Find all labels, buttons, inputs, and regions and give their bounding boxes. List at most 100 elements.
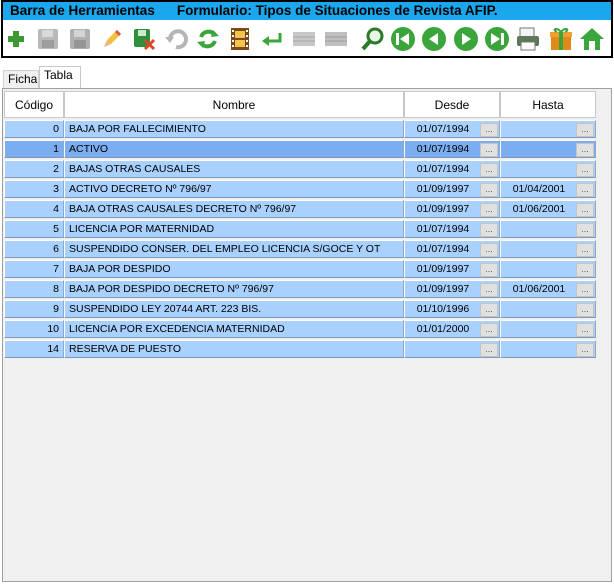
hasta-picker-button[interactable]: ...	[576, 163, 594, 177]
cell-name[interactable]: SUSPENDIDO LEY 20744 ART. 223 BIS.	[64, 300, 404, 318]
cell-code[interactable]: 6	[4, 240, 64, 258]
desde-picker-button[interactable]: ...	[480, 223, 498, 237]
hasta-picker-button[interactable]: ...	[576, 143, 594, 157]
table-row[interactable]: 8 BAJA POR DESPIDO DECRETO Nº 796/97 01/09…	[4, 280, 598, 298]
cell-name[interactable]: ACTIVO DECRETO Nº 796/97	[64, 180, 404, 198]
save-as-button[interactable]	[65, 24, 95, 54]
table-row[interactable]: 6 SUSPENDIDO CONSER. DEL EMPLEO LICENCIA …	[4, 240, 598, 258]
table-row[interactable]: 0 BAJA POR FALLECIMIENTO 01/07/1994......	[4, 120, 598, 138]
cell-hasta[interactable]: ...	[500, 160, 596, 178]
cell-desde[interactable]: 01/07/1994...	[404, 120, 500, 138]
desde-picker-button[interactable]: ...	[480, 343, 498, 357]
grid-icon-2-button[interactable]	[321, 24, 351, 54]
cell-desde[interactable]: 01/09/1997...	[404, 180, 500, 198]
cell-desde[interactable]: ...	[404, 340, 500, 358]
cell-name[interactable]: BAJA POR FALLECIMIENTO	[64, 120, 404, 138]
desde-picker-button[interactable]: ...	[480, 203, 498, 217]
cell-desde[interactable]: 01/09/1997...	[404, 200, 500, 218]
desde-picker-button[interactable]: ...	[480, 143, 498, 157]
column-header-desde[interactable]: Desde	[404, 91, 500, 118]
hasta-picker-button[interactable]: ...	[576, 343, 594, 357]
return-button[interactable]	[257, 24, 287, 54]
cell-name[interactable]: LICENCIA POR MATERNIDAD	[64, 220, 404, 238]
save-button[interactable]	[33, 24, 63, 54]
cell-desde[interactable]: 01/01/2000...	[404, 320, 500, 338]
cell-code[interactable]: 0	[4, 120, 64, 138]
cell-name[interactable]: BAJAS OTRAS CAUSALES	[64, 160, 404, 178]
cell-code[interactable]: 7	[4, 260, 64, 278]
cell-code[interactable]: 14	[4, 340, 64, 358]
hasta-picker-button[interactable]: ...	[576, 123, 594, 137]
table-row[interactable]: 2 BAJAS OTRAS CAUSALES 01/07/1994......	[4, 160, 598, 178]
cell-name[interactable]: BAJA POR DESPIDO DECRETO Nº 796/97	[64, 280, 404, 298]
cell-hasta[interactable]: ...	[500, 120, 596, 138]
table-row[interactable]: 1 ACTIVO 01/07/1994......	[4, 140, 598, 158]
cell-hasta[interactable]: ...	[500, 300, 596, 318]
cell-code[interactable]: 10	[4, 320, 64, 338]
hasta-picker-button[interactable]: ...	[576, 223, 594, 237]
cell-hasta[interactable]: ...	[500, 260, 596, 278]
cell-hasta[interactable]: 01/06/2001...	[500, 200, 596, 218]
column-header-hasta[interactable]: Hasta	[500, 91, 596, 118]
hasta-picker-button[interactable]: ...	[576, 243, 594, 257]
search-button[interactable]	[358, 24, 388, 54]
cell-desde[interactable]: 01/09/1997...	[404, 280, 500, 298]
delete-button[interactable]	[129, 24, 159, 54]
cell-desde[interactable]: 01/07/1994...	[404, 160, 500, 178]
table-row[interactable]: 14 RESERVA DE PUESTO......	[4, 340, 598, 358]
table-row[interactable]: 3 ACTIVO DECRETO Nº 796/97 01/09/1997... 01…	[4, 180, 598, 198]
cell-name[interactable]: BAJA OTRAS CAUSALES DECRETO Nº 796/97	[64, 200, 404, 218]
cell-desde[interactable]: 01/07/1994...	[404, 140, 500, 158]
cell-code[interactable]: 3	[4, 180, 64, 198]
hasta-picker-button[interactable]: ...	[576, 203, 594, 217]
cell-name[interactable]: RESERVA DE PUESTO	[64, 340, 404, 358]
cell-code[interactable]: 5	[4, 220, 64, 238]
next-record-button[interactable]	[451, 24, 481, 54]
column-header-codigo[interactable]: Código	[4, 91, 64, 118]
cell-hasta[interactable]: 01/06/2001...	[500, 280, 596, 298]
edit-pencil-button[interactable]	[97, 24, 127, 54]
column-header-nombre[interactable]: Nombre	[64, 91, 404, 118]
grid-icon-1-button[interactable]	[289, 24, 319, 54]
film-button[interactable]	[225, 24, 255, 54]
first-record-button[interactable]	[388, 24, 418, 54]
refresh-button[interactable]	[193, 24, 223, 54]
print-button[interactable]	[513, 24, 543, 54]
cell-name[interactable]: BAJA POR DESPIDO	[64, 260, 404, 278]
cell-name[interactable]: LICENCIA POR EXCEDENCIA MATERNIDAD	[64, 320, 404, 338]
cell-code[interactable]: 9	[4, 300, 64, 318]
cell-hasta[interactable]: 01/04/2001...	[500, 180, 596, 198]
cell-code[interactable]: 4	[4, 200, 64, 218]
table-row[interactable]: 5 LICENCIA POR MATERNIDAD 01/07/1994......	[4, 220, 598, 238]
home-button[interactable]	[577, 24, 607, 54]
cell-hasta[interactable]: ...	[500, 220, 596, 238]
cell-name[interactable]: SUSPENDIDO CONSER. DEL EMPLEO LICENCIA S…	[64, 240, 404, 258]
hasta-picker-button[interactable]: ...	[576, 183, 594, 197]
undo-button[interactable]	[161, 24, 191, 54]
last-record-button[interactable]	[482, 24, 512, 54]
desde-picker-button[interactable]: ...	[480, 323, 498, 337]
cell-code[interactable]: 8	[4, 280, 64, 298]
table-row[interactable]: 9 SUSPENDIDO LEY 20744 ART. 223 BIS. 01/10…	[4, 300, 598, 318]
cell-hasta[interactable]: ...	[500, 140, 596, 158]
desde-picker-button[interactable]: ...	[480, 283, 498, 297]
table-row[interactable]: 10 LICENCIA POR EXCEDENCIA MATERNIDAD 01/0…	[4, 320, 598, 338]
hasta-picker-button[interactable]: ...	[576, 283, 594, 297]
cell-code[interactable]: 1	[4, 140, 64, 158]
hasta-picker-button[interactable]: ...	[576, 263, 594, 277]
gift-button[interactable]	[546, 24, 576, 54]
table-row[interactable]: 4 BAJA OTRAS CAUSALES DECRETO Nº 796/97 01…	[4, 200, 598, 218]
cell-desde[interactable]: 01/09/1997...	[404, 260, 500, 278]
cell-desde[interactable]: 01/10/1996...	[404, 300, 500, 318]
desde-picker-button[interactable]: ...	[480, 263, 498, 277]
tab-tabla[interactable]: Tabla	[39, 66, 81, 88]
desde-picker-button[interactable]: ...	[480, 123, 498, 137]
desde-picker-button[interactable]: ...	[480, 163, 498, 177]
cell-hasta[interactable]: ...	[500, 340, 596, 358]
cell-code[interactable]: 2	[4, 160, 64, 178]
cell-desde[interactable]: 01/07/1994...	[404, 240, 500, 258]
tab-ficha[interactable]: Ficha	[3, 70, 39, 88]
desde-picker-button[interactable]: ...	[480, 243, 498, 257]
cell-desde[interactable]: 01/07/1994...	[404, 220, 500, 238]
table-row[interactable]: 7 BAJA POR DESPIDO 01/09/1997......	[4, 260, 598, 278]
